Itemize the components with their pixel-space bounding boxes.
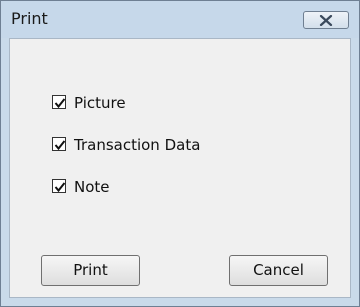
transaction-data-checkbox[interactable] [52,137,66,151]
note-label: Note [74,178,110,196]
dialog-title: Print [11,9,48,28]
print-button[interactable]: Print [41,255,140,286]
note-checkbox[interactable] [52,179,66,193]
checkmark-icon [54,140,66,151]
picture-label: Picture [74,94,126,112]
print-dialog: Print Picture Transaction Data Note Prin… [0,0,360,307]
checkmark-icon [54,98,66,109]
title-bar[interactable]: Print [1,1,359,38]
dialog-body: Picture Transaction Data Note Print Canc… [9,38,351,298]
transaction-data-label: Transaction Data [74,136,201,154]
close-button[interactable] [303,11,349,29]
checkmark-icon [54,182,66,193]
picture-checkbox[interactable] [52,95,66,109]
cancel-button[interactable]: Cancel [229,255,328,286]
close-icon [319,15,333,26]
